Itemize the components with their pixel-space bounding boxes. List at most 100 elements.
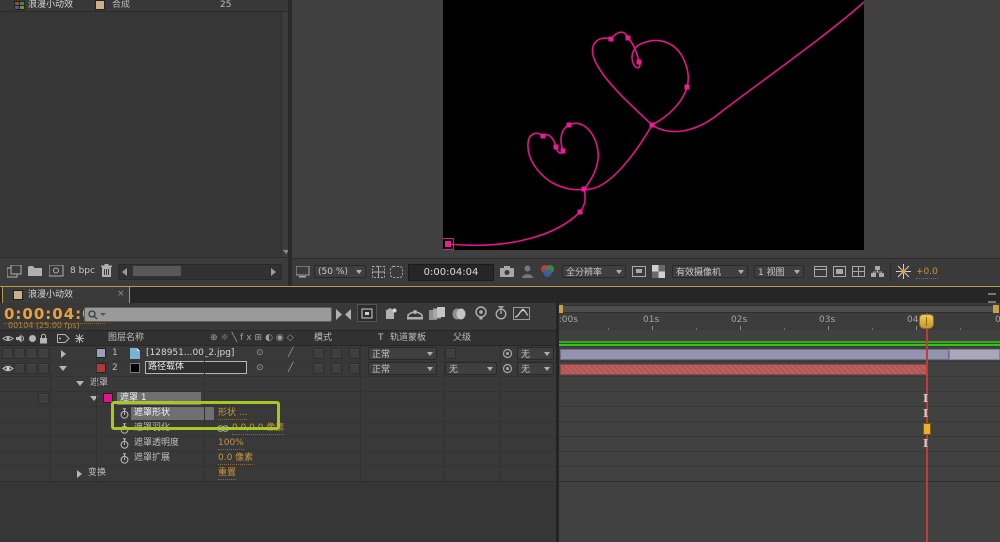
grid-guides-icon[interactable] [372,266,385,278]
mask-visibility-icon[interactable] [390,266,403,278]
keyframe-marker[interactable]: I [923,438,928,449]
show-snapshot-icon[interactable] [522,265,533,278]
layer-name-edit-box[interactable]: 路径载体 [145,361,247,374]
auto-keyframe-icon[interactable] [492,305,510,321]
switch-cell[interactable] [349,363,360,374]
new-folder-icon[interactable] [28,265,43,277]
mask-group-label[interactable]: 遮罩 [90,378,108,389]
transform-reset[interactable]: 重置 [218,468,236,480]
graph-editor-icon[interactable] [512,305,530,321]
flowchart-button-icon[interactable] [871,266,884,277]
audio-toggle-cell[interactable] [14,363,25,374]
quality-switch-icon[interactable]: ╱ [288,363,293,374]
switch-cell[interactable] [331,363,342,374]
column-t[interactable]: T [378,333,384,344]
magnification-dropdown[interactable]: (50 %) [314,265,366,278]
mask-opacity-row[interactable]: 遮罩透明度 100% [0,436,558,451]
mask-group-row[interactable]: 遮罩 [0,376,558,391]
collapse-arrow-icon[interactable] [76,381,84,386]
exposure-value[interactable]: +0.0 [916,267,938,279]
layer-1-duration-bar[interactable] [560,349,949,360]
project-item-label-chip[interactable] [95,0,105,10]
parent-pickwhip-icon[interactable] [502,348,513,359]
stopwatch-icon[interactable] [120,453,129,464]
audio-toggle-cell[interactable] [14,348,25,359]
solo-toggle-cell[interactable] [26,363,37,374]
lock-toggle-cell[interactable] [38,363,49,374]
active-camera-dropdown[interactable]: 有效摄像机 [672,265,748,278]
composition-canvas[interactable] [443,0,864,250]
work-area-end-handle[interactable] [993,305,999,313]
toggle-pixel-aspect-icon[interactable] [814,266,827,277]
project-item-row[interactable]: 浪漫小动效 合成 25 [0,0,288,11]
switch-cell[interactable] [331,348,342,359]
frame-blending-icon[interactable] [406,306,424,322]
trash-icon[interactable] [101,264,112,277]
lens-blur-icon[interactable] [450,306,468,322]
shy-layers-icon[interactable] [381,306,399,322]
scroll-left-arrow-icon[interactable] [122,268,127,276]
switch-cell[interactable] [349,348,360,359]
mask-expansion-row[interactable]: 遮罩扩展 0.0 像素 [0,451,558,466]
tab-close-icon[interactable]: × [117,289,125,300]
draft-3d-icon[interactable] [357,304,377,322]
blend-mode-dropdown[interactable]: 正常 [368,347,437,360]
show-channel-icon[interactable] [540,264,555,278]
horizontal-scroll-thumb[interactable] [133,266,181,276]
timeline-search-field[interactable] [84,307,332,322]
switch-cell[interactable] [313,363,324,374]
property-name[interactable]: 遮罩扩展 [134,453,170,464]
blend-mode-dropdown[interactable]: 正常 [368,362,437,375]
mask-lock-cell[interactable] [38,393,49,404]
always-preview-icon[interactable] [296,266,310,278]
lock-toggle-cell[interactable] [38,348,49,359]
property-value[interactable]: 0.0 像素 [218,453,253,465]
solo-toggle-cell[interactable] [26,348,37,359]
snapshot-camera-icon[interactable] [500,266,515,277]
video-toggle-cell[interactable] [2,348,13,359]
parent-pickwhip-icon[interactable] [502,363,513,374]
stopwatch-icon[interactable] [120,438,129,449]
resolution-dropdown[interactable]: 全分辨率 [562,265,626,278]
layer-label-chip[interactable] [96,363,106,373]
panel-menu-icon[interactable] [988,293,996,303]
layer-1-duration-bar-tail[interactable] [949,349,1000,360]
work-area-start-handle[interactable] [559,305,563,313]
layer-row-2[interactable]: 2 路径载体 ⊙ ╱ 正常 无 [0,361,558,376]
expand-arrow-icon[interactable] [77,470,82,478]
timeline-button-icon[interactable] [852,266,865,277]
work-area-bar[interactable] [559,305,1000,313]
selected-keyframe-marker[interactable] [923,423,931,435]
track-matte-dropdown[interactable]: 无 [445,362,497,375]
mini-flowchart-icon[interactable] [334,306,352,322]
current-time-indicator-head[interactable] [919,314,934,329]
matte-cell[interactable] [445,348,456,359]
layer-row-1[interactable]: 1 [128951...00_2.jpg] ⊙ ╱ 正常 无 [0,346,558,361]
property-value[interactable]: 100% [218,438,244,450]
brainstorm-icon[interactable] [472,305,490,321]
exposure-flare-icon[interactable] [896,264,911,279]
scroll-right-arrow-icon[interactable] [271,268,276,276]
eye-icon[interactable] [2,364,14,373]
region-of-interest-icon[interactable] [632,266,646,277]
project-horizontal-scrollbar[interactable] [118,264,282,280]
bit-depth-label[interactable]: 8 bpc [70,266,95,277]
keyframe-marker[interactable]: I [923,393,928,404]
collapse-arrow-icon[interactable] [59,366,67,371]
new-composition-icon[interactable] [49,265,64,277]
parent-dropdown[interactable]: 无 [517,347,554,360]
viewer-timecode-box[interactable]: 0:00:04:04 [408,264,494,281]
fast-preview-icon[interactable] [833,266,846,277]
column-mode[interactable]: 模式 [314,333,332,344]
layer-2-duration-bar[interactable] [560,364,927,375]
collapse-switch-icon[interactable]: ⊙ [256,348,264,359]
motion-blur-icon[interactable] [428,305,446,321]
transform-label[interactable]: 变换 [88,468,106,479]
timeline-tab[interactable]: 浪漫小动效 × [2,287,130,304]
property-name[interactable]: 遮罩透明度 [134,438,179,449]
collapse-switch-icon[interactable]: ⊙ [256,363,264,374]
transform-row[interactable]: 变换 重置 [0,466,558,481]
column-parent[interactable]: 父级 [453,333,471,344]
expand-arrow-icon[interactable] [61,350,66,358]
view-layout-dropdown[interactable]: 1 视图 [754,265,804,278]
